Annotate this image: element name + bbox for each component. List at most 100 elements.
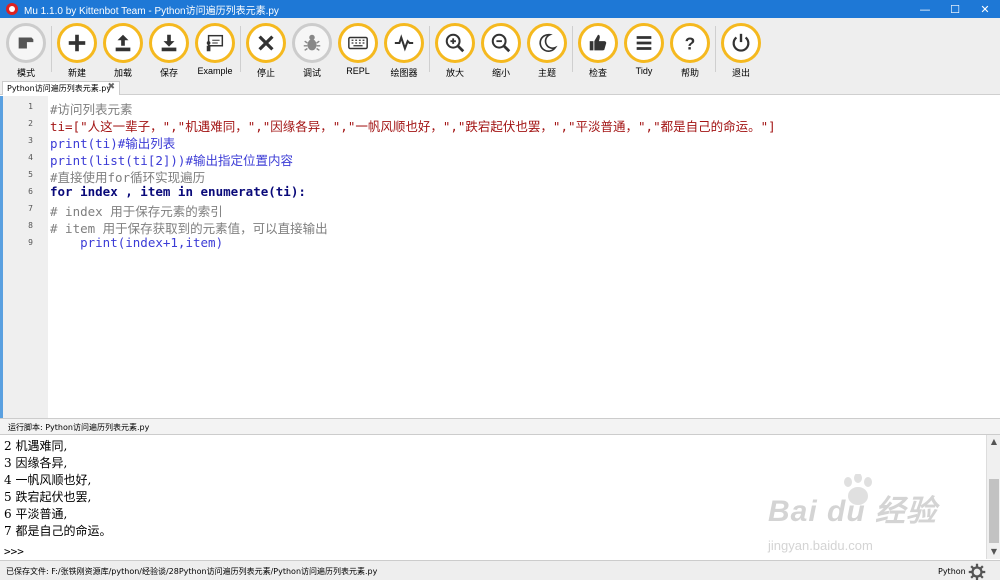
- tidy-button[interactable]: Tidy: [621, 18, 667, 80]
- saved-file-status: 已保存文件: F:/张铁刚资源库/python/经验谈/28Python访问遍历…: [6, 567, 378, 576]
- baidu-watermark: Bai du 经验 jingyan.baidu.com: [768, 474, 937, 553]
- stop-label: 停止: [256, 68, 275, 78]
- window-controls: — ☐ ✕: [910, 0, 1000, 18]
- code-line: 9 print(index+1,item): [0, 234, 1000, 251]
- zoom-in-button[interactable]: 放大: [432, 18, 478, 80]
- debug-label: 调试: [302, 68, 321, 78]
- line-number: 6: [28, 187, 33, 196]
- save-label: 保存: [159, 68, 178, 78]
- example-label: Example: [197, 66, 233, 76]
- download-icon: [149, 23, 189, 63]
- mode-label: 模式: [16, 68, 35, 78]
- line-number: 9: [28, 238, 33, 247]
- run-script-label: 运行脚本: Python访问遍历列表元素.py: [8, 423, 150, 432]
- upload-icon: [103, 23, 143, 63]
- repl-prompt[interactable]: >>>: [4, 545, 24, 558]
- code-line: 5 #直接使用for循环实现遍历: [0, 166, 1000, 185]
- check-label: 检查: [588, 68, 607, 78]
- repl-label: REPL: [346, 66, 370, 76]
- close-button[interactable]: ✕: [970, 0, 1000, 18]
- zoom-in-icon: [435, 23, 475, 63]
- bug-icon: [292, 23, 332, 63]
- maximize-button[interactable]: ☐: [940, 0, 970, 18]
- pulse-icon: [384, 23, 424, 63]
- code-line: 7 # index 用于保存元素的索引: [0, 200, 1000, 219]
- close-x-icon: [246, 23, 286, 63]
- output-line: 6 平淡普通,: [4, 507, 68, 521]
- tab-close-icon[interactable]: ✖: [107, 82, 115, 92]
- keyboard-icon: [338, 23, 378, 63]
- line-number: 5: [28, 170, 33, 179]
- window-title: Mu 1.1.0 by Kittenbot Team - Python访问遍历列…: [24, 5, 279, 17]
- repl-header: 运行脚本: Python访问遍历列表元素.py: [0, 418, 1000, 435]
- code-text: print(index+1,item): [50, 235, 224, 250]
- code-editor[interactable]: 1 #访问列表元素 2 ti=["人这一辈子，","机遇难同，","因缘各异，"…: [0, 96, 1000, 418]
- check-button[interactable]: 检查: [575, 18, 621, 80]
- quit-label: 退出: [731, 68, 750, 78]
- help-button[interactable]: ? 帮助: [667, 18, 713, 80]
- example-button[interactable]: Example: [192, 18, 238, 80]
- scrollbar-thumb[interactable]: [989, 479, 999, 543]
- file-tab-label: Python访问遍历列表元素.py: [7, 84, 112, 93]
- save-button[interactable]: 保存: [146, 18, 192, 80]
- moon-icon: [527, 23, 567, 63]
- scroll-up-arrow-icon[interactable]: ▲: [989, 437, 999, 447]
- thumbs-up-icon: [578, 23, 618, 63]
- toolbar: 模式 新建 加载 保存 Example 停止 调试 REPL 绘图器 放大 缩小…: [0, 18, 1000, 80]
- repl-button[interactable]: REPL: [335, 18, 381, 80]
- toolbar-divider: [51, 26, 52, 72]
- toolbar-divider: [429, 26, 430, 72]
- status-bar: 已保存文件: F:/张铁刚资源库/python/经验谈/28Python访问遍历…: [0, 560, 1000, 580]
- code-line: 4 print(list(ti[2]))#输出指定位置内容: [0, 149, 1000, 168]
- tidy-label: Tidy: [635, 66, 653, 76]
- stop-button[interactable]: 停止: [243, 18, 289, 80]
- code-line: 2 ti=["人这一辈子，","机遇难同，","因缘各异，","一帆风顺也好，"…: [0, 115, 1000, 134]
- code-text: for index , item in enumerate(ti):: [50, 184, 306, 199]
- presentation-icon: [195, 23, 235, 63]
- file-tab[interactable]: Python访问遍历列表元素.py ✖: [2, 81, 120, 95]
- toolbar-divider: [240, 26, 241, 72]
- paw-icon: [844, 474, 872, 505]
- line-number: 2: [28, 119, 33, 128]
- theme-button[interactable]: 主题: [524, 18, 570, 80]
- line-number: 4: [28, 153, 33, 162]
- output-line: 4 一帆风顺也好,: [4, 473, 92, 487]
- title-bar: Mu 1.1.0 by Kittenbot Team - Python访问遍历列…: [0, 0, 1000, 18]
- minimize-button[interactable]: —: [910, 0, 940, 18]
- svg-text:?: ?: [685, 33, 696, 53]
- mode-icon: [6, 23, 46, 63]
- plotter-label: 绘图器: [390, 68, 418, 78]
- mu-logo-icon: [6, 3, 18, 15]
- question-mark-icon: ?: [670, 23, 710, 63]
- theme-label: 主题: [537, 68, 556, 78]
- mode-button[interactable]: 模式: [3, 18, 49, 80]
- watermark-url: jingyan.baidu.com: [768, 538, 873, 553]
- tab-bar: Python访问遍历列表元素.py ✖: [0, 80, 1000, 95]
- debug-button[interactable]: 调试: [289, 18, 335, 80]
- toolbar-divider: [572, 26, 573, 72]
- new-label: 新建: [67, 68, 86, 78]
- load-label: 加载: [113, 68, 132, 78]
- line-number: 8: [28, 221, 33, 230]
- quit-button[interactable]: 退出: [718, 18, 764, 80]
- zoom-out-button[interactable]: 缩小: [478, 18, 524, 80]
- gear-icon[interactable]: [968, 563, 986, 580]
- output-line: 3 因缘各异,: [4, 456, 68, 470]
- code-line: 1 #访问列表元素: [0, 98, 1000, 117]
- output-scrollbar[interactable]: ▲ ▼: [986, 435, 1000, 559]
- code-line: 6 for index , item in enumerate(ti):: [0, 183, 1000, 200]
- output-line: 7 都是自己的命运。: [4, 524, 112, 538]
- line-number: 1: [28, 102, 33, 111]
- mode-indicator[interactable]: Python: [938, 567, 966, 576]
- scroll-down-arrow-icon[interactable]: ▼: [989, 547, 999, 557]
- plotter-button[interactable]: 绘图器: [381, 18, 427, 80]
- line-number: 7: [28, 204, 33, 213]
- plus-icon: [57, 23, 97, 63]
- load-button[interactable]: 加载: [100, 18, 146, 80]
- zoom-in-label: 放大: [445, 68, 464, 78]
- align-lines-icon: [624, 23, 664, 63]
- output-line: 5 跌宕起伏也罢,: [4, 490, 92, 504]
- help-label: 帮助: [680, 68, 699, 78]
- output-line: 2 机遇难同,: [4, 439, 68, 453]
- new-button[interactable]: 新建: [54, 18, 100, 80]
